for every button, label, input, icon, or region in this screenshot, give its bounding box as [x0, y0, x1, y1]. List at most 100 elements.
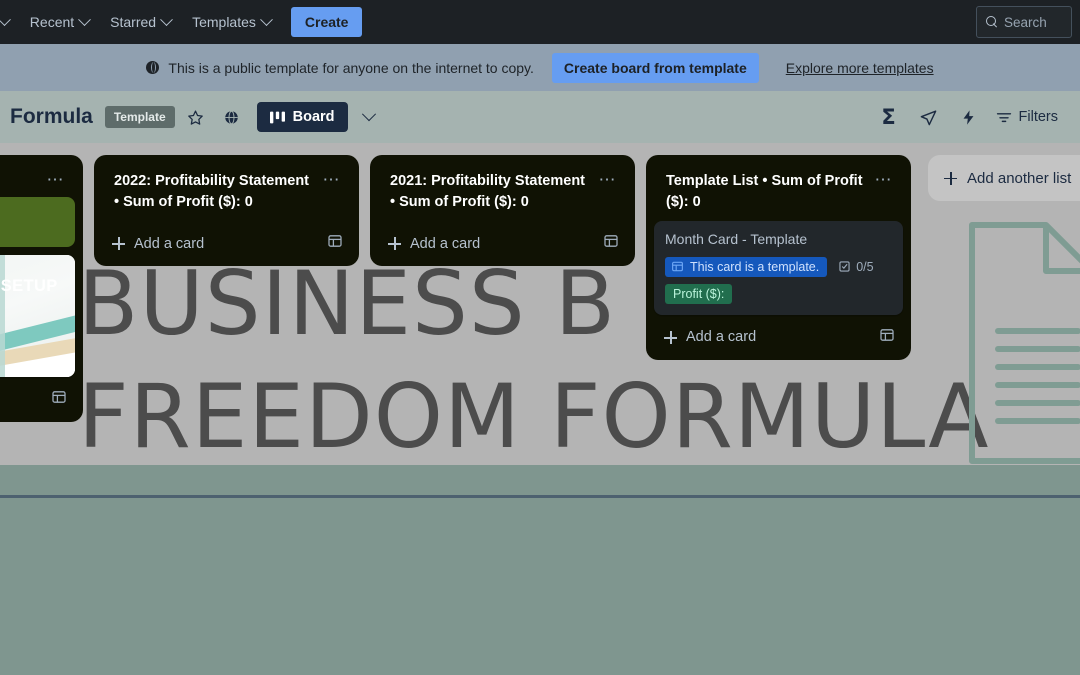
list-actions-icon[interactable]: ⋯ [597, 171, 620, 189]
plus-icon [388, 237, 401, 251]
send-plane-icon [920, 109, 937, 125]
board-view-chevron-button[interactable] [354, 102, 384, 132]
card-template-badge: This card is a template. [665, 256, 828, 277]
nav-item-starred[interactable]: Starred [101, 9, 180, 35]
board-visibility-button[interactable] [217, 102, 247, 132]
board-list[interactable]: 2022: Profitability Statement • Sum of P… [94, 155, 359, 267]
search-icon [986, 16, 998, 28]
horizontal-divider [0, 495, 1080, 498]
document-page-icon [966, 211, 1080, 465]
automation-button[interactable] [954, 102, 984, 132]
list-item[interactable]: BUDGET FORMULA SETUP TUTORIAL Video [0, 255, 75, 378]
sum-sigma-icon: Σ [881, 105, 896, 129]
list-footer [0, 379, 75, 414]
chevron-down-icon [361, 107, 376, 122]
globe-icon [225, 110, 238, 124]
list-header: 2022: Profitability Statement • Sum of P… [102, 163, 351, 217]
explore-more-templates-link[interactable]: Explore more templates [786, 60, 934, 76]
page-body-area [0, 498, 1080, 675]
board-view-label: Board [292, 109, 335, 125]
list-header: 2021: Profitability Statement • Sum of P… [378, 163, 627, 217]
list-cards [102, 217, 351, 221]
list-actions-icon[interactable]: ⋯ [321, 171, 344, 189]
chevron-down-icon [160, 12, 173, 26]
card-template-icon[interactable] [327, 233, 343, 254]
list-footer: Add a card [102, 223, 351, 258]
filters-button[interactable]: Filters [988, 103, 1066, 131]
list-footer: Add a card [654, 317, 903, 352]
board-title: Formula [10, 105, 93, 128]
list-title: 2021: Profitability Statement • Sum of P… [390, 173, 585, 211]
nav-item-label: Templates [192, 14, 256, 30]
board-list[interactable]: ⋯ BUDGET FORMULA SETUP TUTORIAL Video [0, 155, 83, 423]
board-list[interactable]: Template List • Sum of Profit ($): 0 ⋯ M… [646, 155, 911, 360]
board-header-actions: Σ Filters [868, 102, 1066, 132]
star-icon [188, 109, 204, 125]
add-a-card-label: Add a card [134, 235, 205, 252]
banner-message: This is a public template for anyone on … [168, 59, 534, 76]
add-a-card-label: Add a card [686, 329, 757, 346]
board-list[interactable]: 2021: Profitability Statement • Sum of P… [370, 155, 635, 267]
list-item[interactable] [0, 197, 75, 248]
add-a-card-button[interactable]: Add a card [664, 329, 870, 345]
card-badges: This card is a template. 0/5 [665, 256, 892, 277]
board-header-bar: Formula Template Board Σ Filters [0, 91, 1080, 143]
list-cards [378, 217, 627, 221]
nav-item-templates[interactable]: Templates [183, 9, 280, 35]
add-a-card-button[interactable]: Add a card [112, 236, 318, 252]
board-lists: ⋯ BUDGET FORMULA SETUP TUTORIAL Video [0, 155, 911, 423]
star-board-button[interactable] [181, 102, 211, 132]
globe-icon [146, 61, 160, 74]
search-input[interactable]: Search [976, 6, 1072, 38]
board-view-button[interactable]: Board [256, 102, 348, 132]
card-template-icon [672, 262, 683, 272]
automation-bolt-icon [963, 109, 974, 125]
nav-item-label: Starred [110, 14, 157, 30]
list-footer: Add a card [378, 223, 627, 258]
card-template-icon[interactable] [603, 233, 619, 254]
list-title: Template List • Sum of Profit ($): 0 [666, 173, 863, 211]
list-actions-icon[interactable]: ⋯ [45, 171, 68, 189]
top-navigation-bar: es Recent Starred Templates Create Searc… [0, 0, 1080, 44]
list-header: ⋯ [0, 163, 75, 193]
filters-label: Filters [1018, 109, 1058, 125]
plus-icon [112, 237, 125, 251]
add-a-card-button[interactable]: Add a card [388, 236, 594, 252]
list-cards: BUDGET FORMULA SETUP TUTORIAL Video [0, 193, 75, 378]
add-a-card-label: Add a card [410, 235, 481, 252]
board-canvas: BUSINESS B FREEDOM FORMULA ⋯ SETUP 2022:… [0, 143, 1080, 465]
plus-icon [664, 330, 677, 344]
list-header: Template List • Sum of Profit ($): 0 ⋯ [654, 163, 903, 217]
card-checklist-count: 0/5 [856, 259, 874, 274]
add-a-card-button[interactable] [0, 393, 42, 406]
nav-item-workspaces[interactable]: es [0, 9, 18, 35]
cover-title-text: BUDGET FORMULA SETUP TUTORIAL [0, 277, 58, 296]
add-another-list-button[interactable]: Add another list [928, 155, 1080, 201]
create-board-from-template-button[interactable]: Create board from template [551, 52, 759, 83]
list-item[interactable]: Month Card - Template This card is a tem… [654, 221, 903, 315]
plus-icon [944, 171, 957, 185]
checklist-icon [839, 261, 850, 273]
template-badge[interactable]: Template [104, 106, 175, 128]
sum-sigma-button[interactable]: Σ [874, 102, 904, 132]
chevron-down-icon [0, 12, 11, 26]
board-icon [269, 111, 285, 123]
page-strip-above-divider [0, 465, 1080, 495]
card-template-badge-label: This card is a template. [690, 259, 820, 274]
nav-item-recent[interactable]: Recent [21, 9, 98, 35]
list-actions-icon[interactable]: ⋯ [873, 171, 896, 189]
list-cards: Month Card - Template This card is a tem… [654, 217, 903, 315]
card-title: Month Card - Template [665, 231, 808, 248]
card-label: Profit ($): [665, 283, 733, 304]
card-template-icon[interactable] [879, 327, 895, 348]
list-title: 2022: Profitability Statement • Sum of P… [114, 173, 309, 211]
create-button[interactable]: Create [290, 7, 363, 37]
card-template-icon[interactable] [51, 389, 67, 410]
add-another-list-label: Add another list [967, 169, 1072, 187]
chevron-down-icon [260, 12, 273, 26]
filter-icon [996, 113, 1011, 123]
nav-item-label: Recent [29, 14, 75, 30]
card-cover-image: BUDGET FORMULA SETUP TUTORIAL Video [0, 255, 75, 378]
card-checklist-badge: 0/5 [838, 259, 874, 274]
send-plane-button[interactable] [914, 102, 944, 132]
